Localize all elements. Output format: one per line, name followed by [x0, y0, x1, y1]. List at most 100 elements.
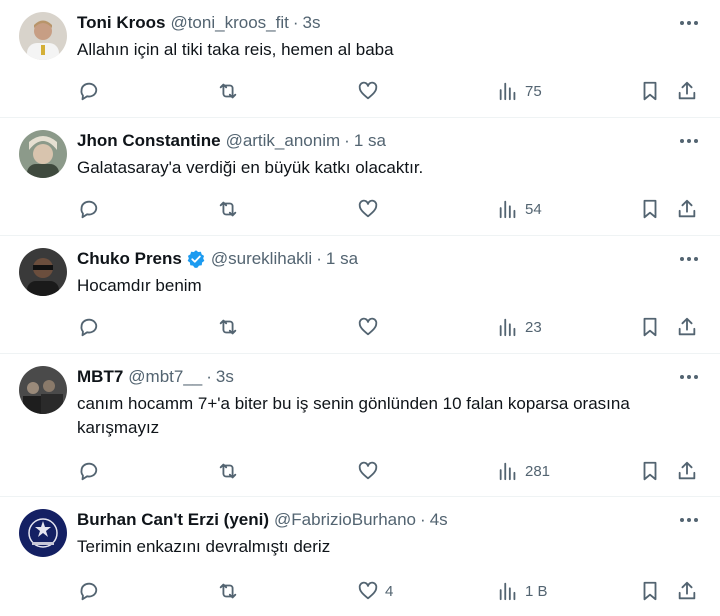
separator-dot: · [420, 510, 426, 529]
more-icon[interactable] [678, 511, 700, 529]
more-icon[interactable] [678, 14, 700, 32]
like-button[interactable] [357, 314, 385, 340]
share-button[interactable] [676, 314, 698, 340]
timestamp[interactable]: 4s [430, 510, 448, 530]
views-button[interactable]: 281 [497, 458, 550, 484]
like-button[interactable] [357, 458, 385, 484]
action-bar: 4 1 B [0, 578, 720, 604]
share-button[interactable] [676, 458, 698, 484]
bookmark-icon [643, 81, 657, 101]
reply-button[interactable] [77, 458, 99, 484]
like-button[interactable]: 4 [357, 578, 393, 604]
separator-dot: · [206, 367, 212, 386]
user-handle[interactable]: @artik_anonim [226, 131, 341, 151]
user-handle[interactable]: @FabrizioBurhano [274, 510, 416, 530]
more-icon[interactable] [678, 132, 700, 150]
bookmark-button[interactable] [639, 458, 661, 484]
avatar[interactable] [19, 130, 67, 178]
display-name[interactable]: MBT7 [77, 367, 123, 387]
like-button[interactable] [357, 78, 385, 104]
timestamp[interactable]: 3s [303, 13, 321, 33]
tweet-header: Toni Kroos @toni_kroos_fit · 3s [77, 12, 660, 34]
views-button[interactable]: 1 B [497, 578, 548, 604]
views-button[interactable]: 75 [497, 78, 542, 104]
bookmark-button[interactable] [639, 578, 661, 604]
reply-button[interactable] [77, 578, 99, 604]
views-icon [499, 200, 516, 219]
tweet[interactable]: Jhon Constantine @artik_anonim · 1 sa Ga… [0, 118, 720, 236]
display-name[interactable]: Burhan Can't Erzi (yeni) [77, 510, 269, 530]
reply-icon [80, 582, 98, 601]
tweet[interactable]: Chuko Prens @sureklihakli · 1 sa Hocamdı… [0, 236, 720, 354]
separator-dot: · [344, 131, 350, 150]
retweet-button[interactable] [217, 78, 239, 104]
view-count: 75 [525, 82, 542, 100]
verified-badge-icon [187, 250, 205, 268]
like-icon [358, 317, 378, 336]
display-name[interactable]: Jhon Constantine [77, 131, 221, 151]
share-icon [678, 461, 696, 480]
user-handle[interactable]: @toni_kroos_fit [170, 13, 288, 33]
bookmark-button[interactable] [639, 196, 661, 222]
tweet[interactable]: MBT7 @mbt7__ · 3s canım hocamm 7+'a bite… [0, 354, 720, 497]
display-name[interactable]: Toni Kroos [77, 13, 165, 33]
share-button[interactable] [676, 196, 698, 222]
tweet-feed: Toni Kroos @toni_kroos_fit · 3s Allahın … [0, 0, 720, 616]
bookmark-icon [643, 199, 657, 219]
share-icon [678, 581, 696, 600]
action-bar: 75 [0, 78, 720, 104]
views-button[interactable]: 23 [497, 314, 542, 340]
like-icon [358, 581, 378, 600]
view-count: 54 [525, 200, 542, 218]
bookmark-button[interactable] [639, 314, 661, 340]
avatar[interactable] [19, 509, 67, 557]
tweet-text: Terimin enkazını devralmıştı deriz [77, 537, 331, 556]
views-icon [499, 82, 516, 101]
retweet-icon [219, 83, 237, 99]
like-button[interactable] [357, 196, 385, 222]
timestamp[interactable]: 1 sa [354, 131, 386, 151]
retweet-button[interactable] [217, 458, 239, 484]
views-icon [499, 318, 516, 337]
reply-button[interactable] [77, 78, 99, 104]
share-icon [678, 199, 696, 218]
tweet-text: Allahın için al tiki taka reis, hemen al… [77, 40, 394, 59]
more-icon[interactable] [678, 368, 700, 386]
tweet-header: MBT7 @mbt7__ · 3s [77, 366, 660, 388]
action-bar: 23 [0, 314, 720, 340]
user-handle[interactable]: @sureklihakli [211, 249, 312, 269]
share-button[interactable] [676, 78, 698, 104]
share-button[interactable] [676, 578, 698, 604]
avatar[interactable] [19, 12, 67, 60]
tweet[interactable]: Toni Kroos @toni_kroos_fit · 3s Allahın … [0, 0, 720, 118]
action-bar: 281 [0, 458, 720, 484]
tweet-header: Burhan Can't Erzi (yeni) @FabrizioBurhan… [77, 509, 660, 531]
retweet-icon [219, 583, 237, 599]
tweet-header: Jhon Constantine @artik_anonim · 1 sa [77, 130, 660, 152]
reply-button[interactable] [77, 314, 99, 340]
user-handle[interactable]: @mbt7__ [128, 367, 202, 387]
views-icon [499, 582, 516, 601]
tweet-text: canım hocamm 7+'a biter bu iş senin gönl… [77, 394, 630, 437]
views-icon [499, 462, 516, 481]
bookmark-button[interactable] [639, 78, 661, 104]
reply-icon [80, 318, 98, 337]
view-count: 1 B [525, 582, 548, 600]
reply-button[interactable] [77, 196, 99, 222]
reply-icon [80, 462, 98, 481]
avatar[interactable] [19, 248, 67, 296]
timestamp[interactable]: 1 sa [326, 249, 358, 269]
reply-icon [80, 82, 98, 101]
action-bar: 54 [0, 196, 720, 222]
avatar[interactable] [19, 366, 67, 414]
retweet-button[interactable] [217, 196, 239, 222]
timestamp[interactable]: 3s [216, 367, 234, 387]
views-button[interactable]: 54 [497, 196, 542, 222]
display-name[interactable]: Chuko Prens [77, 249, 182, 269]
tweet[interactable]: Burhan Can't Erzi (yeni) @FabrizioBurhan… [0, 497, 720, 616]
retweet-button[interactable] [217, 578, 239, 604]
share-icon [678, 81, 696, 100]
retweet-icon [219, 463, 237, 479]
retweet-button[interactable] [217, 314, 239, 340]
more-icon[interactable] [678, 250, 700, 268]
